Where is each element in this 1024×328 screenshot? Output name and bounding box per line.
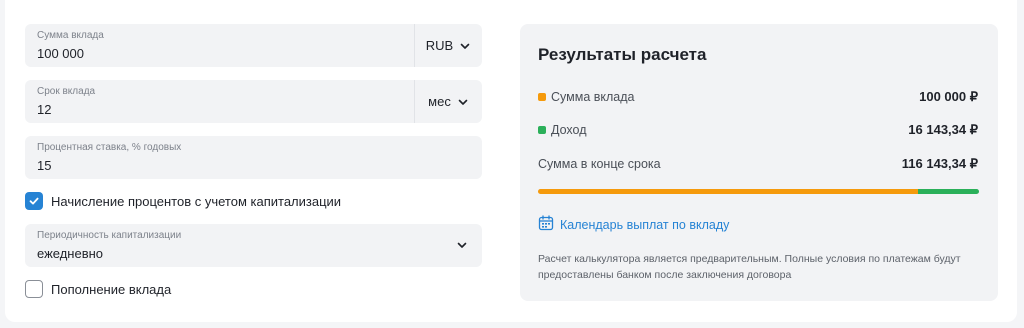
capitalization-checkbox-row[interactable]: Начисление процентов с учетом капитализа… xyxy=(25,192,341,210)
capitalization-periodicity-select[interactable]: Периодичность капитализации ежедневно xyxy=(25,224,482,267)
result-value: 116 143,34 ₽ xyxy=(901,156,978,171)
deposit-term-field[interactable]: Срок вклада 12 мес xyxy=(25,80,482,123)
principal-segment xyxy=(538,189,918,194)
result-value: 100 000 ₽ xyxy=(919,89,978,104)
currency-select[interactable]: RUB xyxy=(414,24,482,67)
deposit-term-value[interactable]: 12 xyxy=(37,102,51,117)
term-unit-select[interactable]: мес xyxy=(414,80,482,123)
result-label: Доход xyxy=(551,123,587,137)
disclaimer-note: Расчет калькулятора является предварител… xyxy=(538,253,961,281)
term-unit-value: мес xyxy=(428,94,451,109)
calendar-icon xyxy=(538,215,554,234)
result-row-income: Доход 16 143,34 ₽ xyxy=(538,121,978,139)
payment-calendar-link[interactable]: Календарь выплат по вкладу xyxy=(538,215,729,234)
results-panel: Результаты расчета Сумма вклада 100 000 … xyxy=(520,24,998,301)
deposit-term-label: Срок вклада xyxy=(37,86,96,97)
periodicity-label: Периодичность капитализации xyxy=(37,230,182,241)
income-segment xyxy=(917,189,979,194)
check-icon xyxy=(29,197,39,205)
chevron-down-icon xyxy=(456,239,468,251)
income-legend-marker xyxy=(538,126,546,134)
deposit-amount-field[interactable]: Сумма вклада 100 000 RUB xyxy=(25,24,482,67)
currency-select-value: RUB xyxy=(425,38,454,53)
result-row-principal: Сумма вклада 100 000 ₽ xyxy=(538,88,978,106)
interest-rate-field[interactable]: Процентная ставка, % годовых 15 xyxy=(25,136,482,179)
result-progress-bar xyxy=(538,189,979,194)
principal-legend-marker xyxy=(538,93,546,101)
capitalization-checkbox[interactable] xyxy=(25,192,43,210)
results-title: Результаты расчета xyxy=(538,45,707,64)
result-row-total: Сумма в конце срока 116 143,34 ₽ xyxy=(538,155,978,173)
result-label: Сумма в конце срока xyxy=(538,157,661,171)
chevron-down-icon xyxy=(459,40,471,52)
replenishment-checkbox-label: Пополнение вклада xyxy=(51,281,172,297)
chevron-down-icon xyxy=(457,96,469,108)
result-value: 16 143,34 ₽ xyxy=(908,122,978,137)
result-label: Сумма вклада xyxy=(551,90,635,104)
capitalization-checkbox-label: Начисление процентов с учетом капитализа… xyxy=(51,193,342,209)
replenishment-checkbox[interactable] xyxy=(25,280,43,298)
interest-rate-value[interactable]: 15 xyxy=(37,158,51,173)
interest-rate-label: Процентная ставка, % годовых xyxy=(37,142,182,153)
replenishment-checkbox-row[interactable]: Пополнение вклада xyxy=(25,280,171,298)
deposit-amount-label: Сумма вклада xyxy=(37,30,104,41)
deposit-amount-value[interactable]: 100 000 xyxy=(37,46,84,61)
payment-calendar-link-text: Календарь выплат по вкладу xyxy=(560,217,730,232)
periodicity-value: ежедневно xyxy=(37,246,104,261)
